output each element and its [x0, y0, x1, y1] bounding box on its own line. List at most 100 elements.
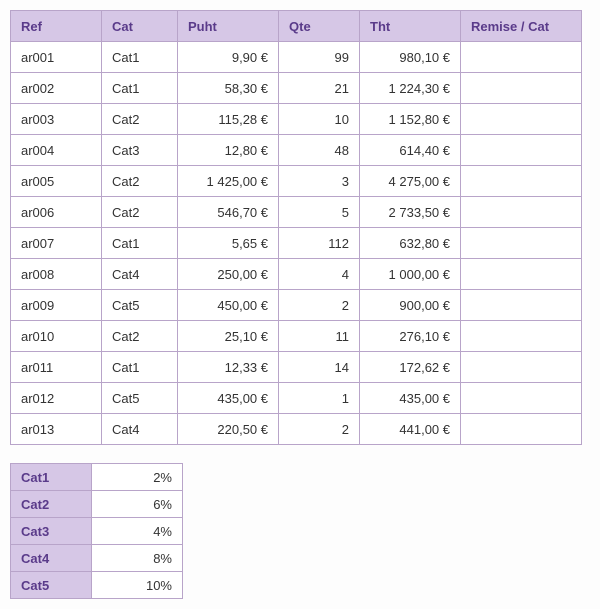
table-row: ar003Cat2115,28 €101 152,80 € [11, 104, 582, 135]
cell-remise [461, 166, 582, 197]
discount-pct: 10% [92, 572, 183, 599]
cell-cat: Cat2 [102, 104, 178, 135]
cell-ref: ar013 [11, 414, 102, 445]
table-row: ar011Cat112,33 €14172,62 € [11, 352, 582, 383]
discount-row: Cat510% [11, 572, 183, 599]
cell-tht: 172,62 € [360, 352, 461, 383]
cell-cat: Cat4 [102, 414, 178, 445]
cell-cat: Cat5 [102, 290, 178, 321]
cell-puht: 12,80 € [178, 135, 279, 166]
cell-qte: 21 [279, 73, 360, 104]
discount-cat: Cat2 [11, 491, 92, 518]
table-row: ar002Cat158,30 €211 224,30 € [11, 73, 582, 104]
header-remise: Remise / Cat [461, 11, 582, 42]
cell-ref: ar011 [11, 352, 102, 383]
cell-tht: 980,10 € [360, 42, 461, 73]
discount-pct: 6% [92, 491, 183, 518]
cell-remise [461, 259, 582, 290]
cell-ref: ar008 [11, 259, 102, 290]
cell-ref: ar005 [11, 166, 102, 197]
cell-tht: 276,10 € [360, 321, 461, 352]
table-row: ar001Cat19,90 €99980,10 € [11, 42, 582, 73]
cell-remise [461, 104, 582, 135]
cell-ref: ar004 [11, 135, 102, 166]
cell-puht: 1 425,00 € [178, 166, 279, 197]
cell-remise [461, 228, 582, 259]
cell-puht: 9,90 € [178, 42, 279, 73]
cell-qte: 11 [279, 321, 360, 352]
table-row: ar013Cat4220,50 €2441,00 € [11, 414, 582, 445]
header-cat: Cat [102, 11, 178, 42]
cell-tht: 614,40 € [360, 135, 461, 166]
cell-qte: 4 [279, 259, 360, 290]
table-row: ar006Cat2546,70 €52 733,50 € [11, 197, 582, 228]
cell-remise [461, 135, 582, 166]
cell-cat: Cat3 [102, 135, 178, 166]
cell-tht: 1 152,80 € [360, 104, 461, 135]
header-qte: Qte [279, 11, 360, 42]
cell-remise [461, 197, 582, 228]
cell-qte: 14 [279, 352, 360, 383]
cell-ref: ar002 [11, 73, 102, 104]
cell-ref: ar012 [11, 383, 102, 414]
cell-cat: Cat4 [102, 259, 178, 290]
discount-cat: Cat5 [11, 572, 92, 599]
cell-cat: Cat2 [102, 166, 178, 197]
cell-ref: ar001 [11, 42, 102, 73]
cell-remise [461, 73, 582, 104]
cell-tht: 441,00 € [360, 414, 461, 445]
cell-qte: 2 [279, 290, 360, 321]
cell-remise [461, 42, 582, 73]
table-row: ar007Cat15,65 €112632,80 € [11, 228, 582, 259]
main-table-header-row: Ref Cat Puht Qte Tht Remise / Cat [11, 11, 582, 42]
table-row: ar005Cat21 425,00 €34 275,00 € [11, 166, 582, 197]
cell-cat: Cat2 [102, 197, 178, 228]
cell-ref: ar009 [11, 290, 102, 321]
cell-remise [461, 383, 582, 414]
table-row: ar008Cat4250,00 €41 000,00 € [11, 259, 582, 290]
cell-puht: 435,00 € [178, 383, 279, 414]
cell-qte: 10 [279, 104, 360, 135]
header-puht: Puht [178, 11, 279, 42]
cell-tht: 2 733,50 € [360, 197, 461, 228]
discount-row: Cat26% [11, 491, 183, 518]
cell-ref: ar006 [11, 197, 102, 228]
discount-cat: Cat3 [11, 518, 92, 545]
cell-puht: 5,65 € [178, 228, 279, 259]
cell-puht: 546,70 € [178, 197, 279, 228]
cell-qte: 3 [279, 166, 360, 197]
cell-tht: 900,00 € [360, 290, 461, 321]
cell-ref: ar003 [11, 104, 102, 135]
discount-row: Cat12% [11, 464, 183, 491]
cell-puht: 58,30 € [178, 73, 279, 104]
cell-puht: 12,33 € [178, 352, 279, 383]
table-row: ar004Cat312,80 €48614,40 € [11, 135, 582, 166]
cell-qte: 99 [279, 42, 360, 73]
cell-remise [461, 290, 582, 321]
table-row: ar009Cat5450,00 €2900,00 € [11, 290, 582, 321]
cell-cat: Cat2 [102, 321, 178, 352]
main-table: Ref Cat Puht Qte Tht Remise / Cat ar001C… [10, 10, 582, 445]
cell-qte: 48 [279, 135, 360, 166]
cell-qte: 1 [279, 383, 360, 414]
cell-cat: Cat1 [102, 73, 178, 104]
cell-ref: ar010 [11, 321, 102, 352]
cell-cat: Cat1 [102, 352, 178, 383]
cell-tht: 1 224,30 € [360, 73, 461, 104]
table-row: ar010Cat225,10 €11276,10 € [11, 321, 582, 352]
cell-ref: ar007 [11, 228, 102, 259]
cell-puht: 250,00 € [178, 259, 279, 290]
header-ref: Ref [11, 11, 102, 42]
table-row: ar012Cat5435,00 €1435,00 € [11, 383, 582, 414]
cell-qte: 5 [279, 197, 360, 228]
cell-tht: 1 000,00 € [360, 259, 461, 290]
cell-remise [461, 352, 582, 383]
discount-table: Cat12%Cat26%Cat34%Cat48%Cat510% [10, 463, 183, 599]
cell-cat: Cat1 [102, 228, 178, 259]
cell-tht: 632,80 € [360, 228, 461, 259]
cell-qte: 112 [279, 228, 360, 259]
cell-cat: Cat5 [102, 383, 178, 414]
discount-cat: Cat1 [11, 464, 92, 491]
discount-pct: 2% [92, 464, 183, 491]
cell-qte: 2 [279, 414, 360, 445]
